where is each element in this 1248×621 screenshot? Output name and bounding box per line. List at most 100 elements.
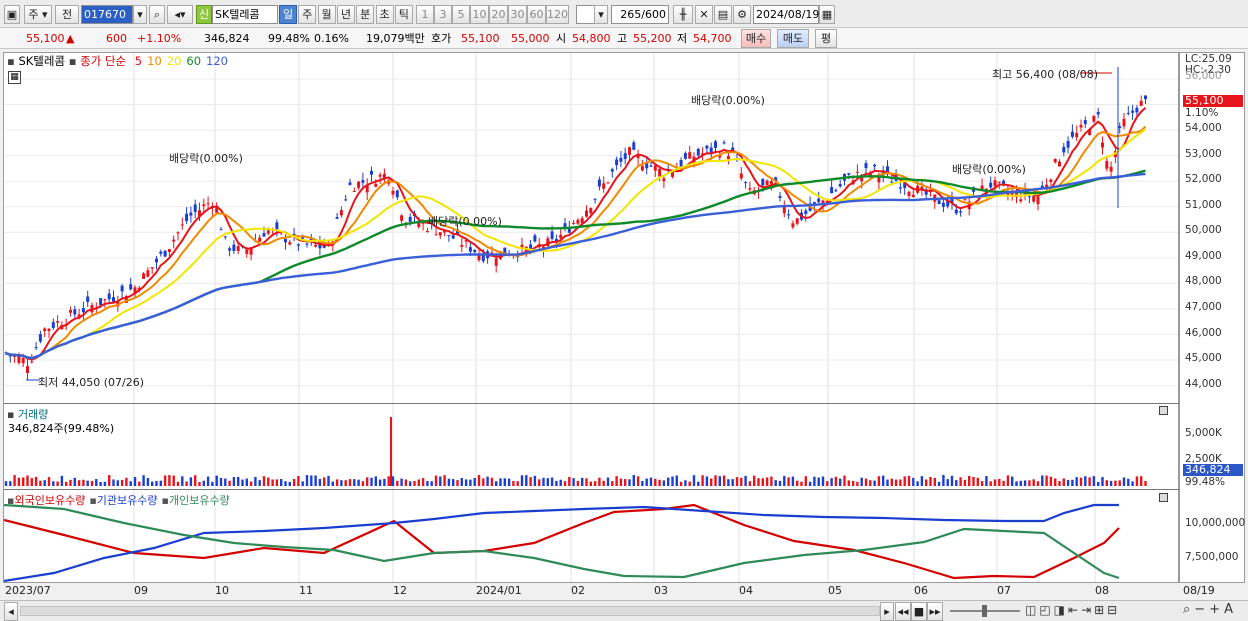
nav-button[interactable]: 전 [55,5,79,24]
scrollbar-track[interactable] [20,606,880,616]
code-dropdown-icon[interactable]: ▾ [133,5,147,24]
volume-bar [1002,480,1005,486]
pane-divider-volume[interactable] [4,403,1180,404]
volume-bar [697,481,700,486]
legend-ma-period: 120 [206,54,228,68]
period-tab[interactable]: 초 [375,5,394,24]
sell-button[interactable]: 매도 [777,29,809,48]
volume-bar [714,475,717,486]
volume-bar [434,475,438,486]
candle-body [275,222,279,230]
volume-bar [90,480,94,486]
volume-bar [292,478,296,486]
volume-bar [1075,477,1078,486]
scroll-left-icon[interactable]: ◂ [4,602,18,621]
volume-bar [275,479,279,486]
market-select[interactable]: 주 ▾ [24,5,52,24]
volume-pane-close-icon[interactable] [1159,406,1168,415]
fast-forward-icon[interactable]: ▸▸ [927,602,943,621]
stock-name-field[interactable]: SK텔레콤 [212,5,278,24]
candle-body [258,237,262,242]
period-tab[interactable]: 분 [356,5,375,24]
zoom-slider-thumb[interactable] [982,605,987,617]
volume-bar [353,479,356,486]
candle-body [1144,95,1147,100]
volume-bar [679,481,683,486]
layout-icons[interactable]: ◫◰◨⇤⇥⊞⊟ [1025,603,1120,617]
candle-body [959,211,963,213]
interval-button[interactable]: 60 [527,5,546,24]
volume-bar [417,479,420,486]
zoom-icons[interactable]: ⌕−+A [1183,602,1237,617]
interval-button[interactable]: 3 [434,5,452,24]
x-axis-label: 2024/01 [476,584,522,597]
rewind-icon[interactable]: ◂◂ [895,602,911,621]
eval-button[interactable]: 평 [815,29,837,48]
grid-toggle-icon[interactable]: ▦ [8,71,21,84]
interval-button[interactable]: 20 [489,5,508,24]
search-icon[interactable]: ⌕ [149,5,165,24]
interval-button[interactable]: 30 [508,5,527,24]
bottom-bar: ◂ ▸ ◂◂ ■ ▸▸ ◫◰◨⇤⇥⊞⊟ ⌕−+A [0,600,1248,621]
interval-button[interactable]: 10 [470,5,489,24]
candle-body [361,180,365,183]
volume-bar [710,478,713,486]
candle-body [1109,166,1113,172]
period-tab[interactable]: 일 [279,5,297,24]
candle-body [1058,161,1061,167]
save-icon[interactable]: ▤ [714,5,732,24]
gear-icon[interactable]: ⚙ [733,5,751,24]
interval-button[interactable]: 120 [546,5,569,24]
volume-bar [185,481,188,486]
volume-bar [912,477,915,486]
candle-body [1036,196,1040,205]
stop-icon[interactable]: ■ [911,602,927,621]
speaker-icon[interactable]: ◂▾ [167,5,193,24]
volume-bar [718,476,721,486]
window-menu-icon[interactable]: ▣ [4,5,20,24]
candle-type-icon[interactable]: ╫ [673,5,693,24]
crosshair-icon[interactable]: ✕ [695,5,713,24]
volume-bar [1032,479,1035,486]
pane-divider-holding[interactable] [4,489,1180,490]
volume-bar [550,477,554,486]
volume-bar [374,476,377,486]
candle-body [1075,133,1079,138]
interval-dropdown-icon[interactable]: ▾ [594,5,608,24]
quote-trade-value: 19,079백만 [366,32,425,45]
price-tick: 44,000 [1185,377,1222,390]
period-tab[interactable]: 주 [298,5,317,24]
scroll-right-icon[interactable]: ▸ [880,602,894,621]
volume-bar [486,476,489,486]
holding-pane-close-icon[interactable] [1159,493,1168,502]
volume-bar [99,481,102,486]
low-note: 최저 44,050 (07/26) [38,376,145,389]
candle-body [370,170,373,175]
x-axis-label: 06 [914,584,928,597]
candle-body [288,242,292,245]
volume-bar [636,476,640,486]
interval-button[interactable]: 1 [416,5,434,24]
volume-bar [907,475,911,486]
period-tab[interactable]: 월 [317,5,336,24]
volume-bar [310,475,313,486]
market-label: 주 [28,8,39,21]
date-input[interactable]: 2024/08/19 [753,5,819,24]
x-axis-label: 02 [571,584,585,597]
volume-bar [667,477,670,486]
calendar-icon[interactable]: ▦ [819,5,835,24]
buy-button[interactable]: 매수 [741,29,771,48]
count-display[interactable]: 265/600 [611,5,669,24]
interval-button[interactable]: 5 [452,5,470,24]
x-axis-label: 09 [134,584,148,597]
price-tick: 54,000 [1185,122,1222,135]
current-price-pct: 1.10% [1185,107,1219,119]
volume-bar [890,478,893,486]
stock-code-input[interactable]: 017670 [81,5,133,24]
volume-bar [886,479,889,486]
period-tab[interactable]: 틱 [394,5,413,24]
period-tab[interactable]: 년 [336,5,355,24]
candle-body [559,234,563,239]
holding-legend: ▪외국인보유수량 ▪기관보유수량 ▪개인보유수량 [7,492,230,508]
candle-body [38,334,42,342]
